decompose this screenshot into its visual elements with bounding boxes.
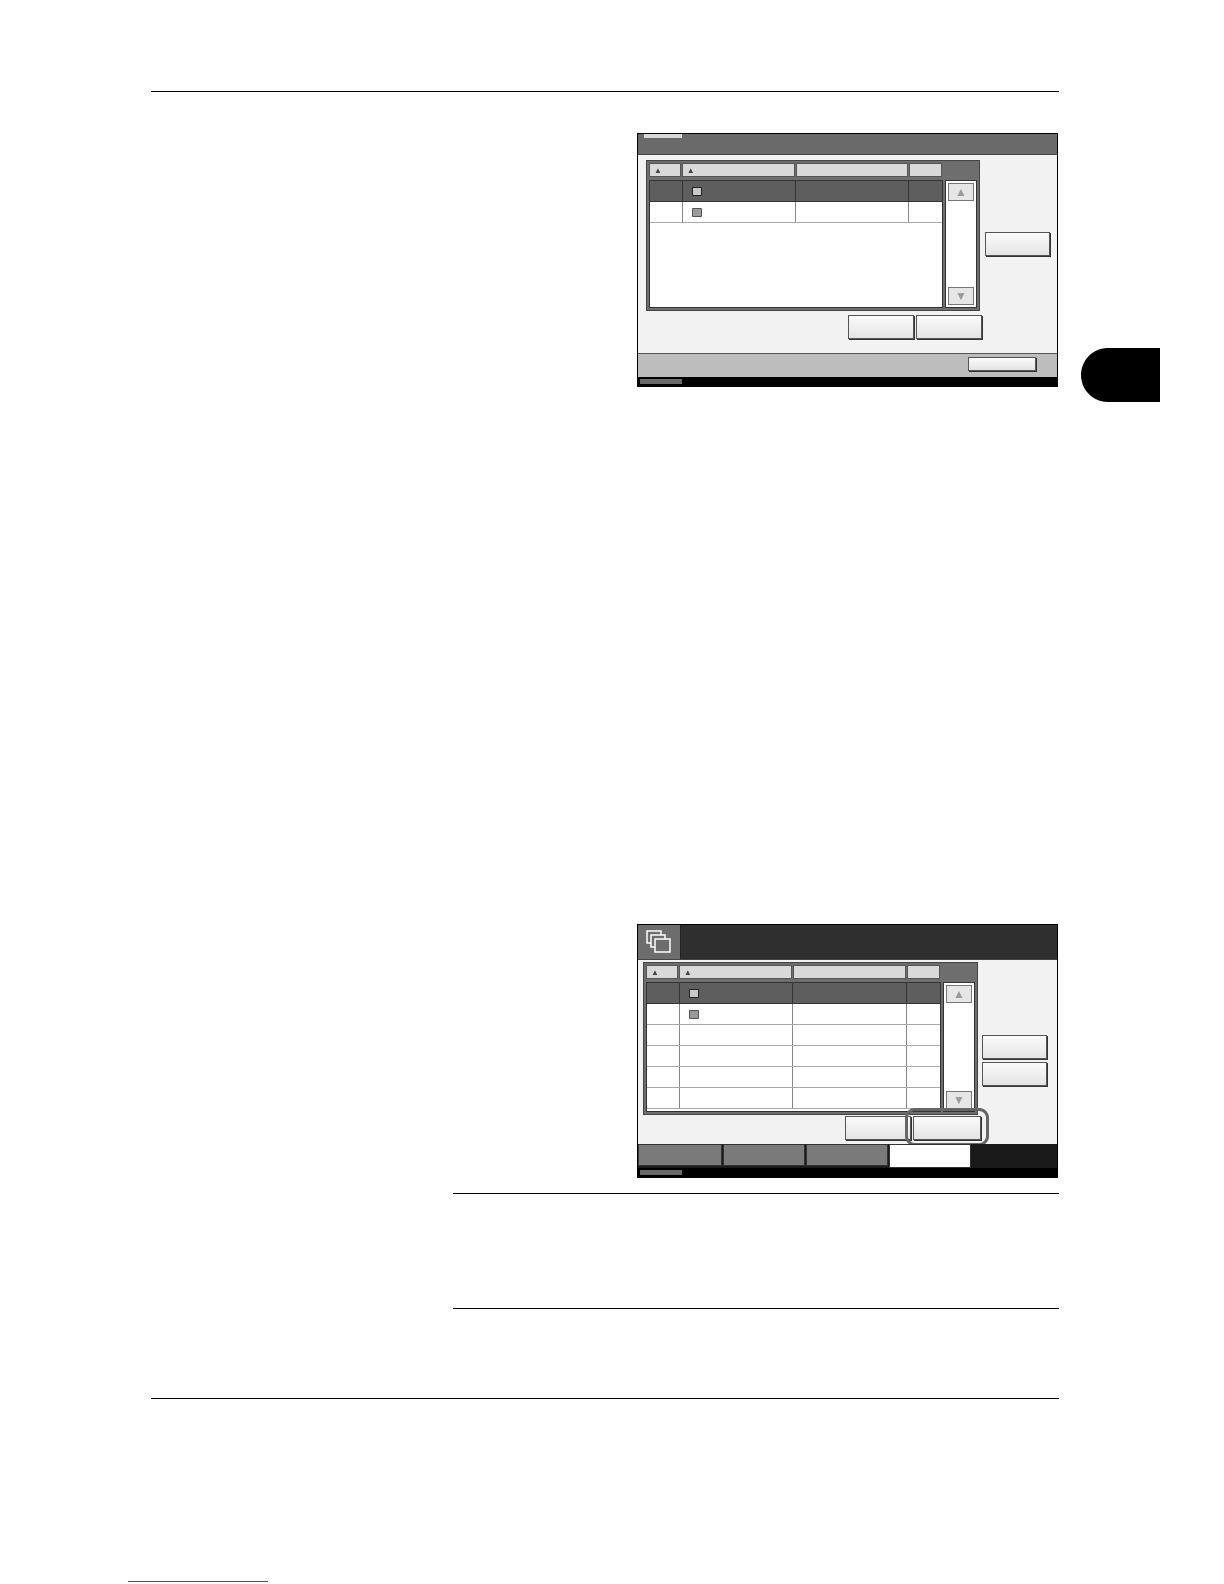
scroll-down-button[interactable]: ▼ bbox=[948, 287, 974, 305]
bottom-right-button[interactable] bbox=[916, 315, 982, 339]
bottom-left-button[interactable] bbox=[845, 1116, 911, 1140]
title-bar bbox=[638, 134, 1057, 155]
folder-icon bbox=[691, 187, 702, 196]
bottom-bar bbox=[638, 353, 1057, 378]
folder-icon bbox=[691, 208, 702, 217]
list-header: ▲ ▲ bbox=[649, 163, 943, 177]
title-tab bbox=[644, 134, 682, 138]
list-item[interactable] bbox=[647, 1025, 940, 1046]
header-rule bbox=[151, 91, 1059, 92]
list-item[interactable] bbox=[647, 983, 940, 1004]
side-button-1[interactable] bbox=[982, 1035, 1047, 1059]
tab-bar bbox=[638, 1144, 1057, 1168]
bottom-left-button[interactable] bbox=[848, 315, 914, 339]
sort-up-icon: ▲ bbox=[683, 968, 692, 977]
column-header-name[interactable]: ▲ bbox=[678, 965, 792, 979]
sort-up-icon: ▲ bbox=[686, 166, 695, 175]
panel-screenshot-1: ▲ ▲ ▲ ▼ bbox=[637, 133, 1058, 387]
tab-1[interactable] bbox=[638, 1144, 722, 1166]
panel-screenshot-2: ▲ ▲ ▲ ▼ bbox=[637, 924, 1058, 1178]
column-header-owner bbox=[792, 965, 907, 979]
tab-4[interactable] bbox=[889, 1144, 971, 1168]
column-header-usage bbox=[907, 965, 940, 979]
scroll-down-button[interactable]: ▼ bbox=[946, 1091, 972, 1109]
list-item[interactable] bbox=[647, 1067, 940, 1088]
list-rows bbox=[646, 982, 941, 1112]
scroll-up-button[interactable]: ▲ bbox=[948, 183, 974, 201]
column-header-usage bbox=[909, 163, 942, 177]
status-label bbox=[640, 1170, 682, 1175]
footer-rule bbox=[151, 1398, 1059, 1399]
status-strip bbox=[638, 1168, 1057, 1177]
document-box-icon bbox=[638, 925, 681, 959]
tab-2[interactable] bbox=[723, 1144, 805, 1166]
folder-icon bbox=[689, 989, 699, 998]
box-list: ▲ ▲ ▲ ▼ bbox=[646, 160, 980, 311]
chapter-tab bbox=[1081, 348, 1160, 402]
status-button[interactable] bbox=[968, 357, 1036, 371]
title-bar bbox=[638, 925, 1057, 960]
footer-link[interactable] bbox=[128, 1581, 268, 1582]
list-header: ▲ ▲ bbox=[646, 965, 941, 979]
column-header-owner bbox=[796, 163, 909, 177]
highlight-ring bbox=[905, 1108, 989, 1146]
list-item[interactable] bbox=[647, 1046, 940, 1067]
side-button[interactable] bbox=[985, 232, 1050, 256]
list-item[interactable] bbox=[647, 1088, 940, 1109]
scrollbar[interactable]: ▲ ▼ bbox=[943, 982, 975, 1112]
note-top-rule bbox=[453, 1193, 1059, 1194]
side-button-2[interactable] bbox=[982, 1062, 1047, 1086]
sort-up-icon: ▲ bbox=[651, 968, 659, 977]
scroll-up-button[interactable]: ▲ bbox=[946, 985, 972, 1003]
column-header-number[interactable]: ▲ bbox=[649, 163, 681, 177]
list-item[interactable] bbox=[647, 1004, 940, 1025]
tab-3[interactable] bbox=[806, 1144, 888, 1166]
list-rows bbox=[649, 180, 943, 308]
status-strip bbox=[638, 377, 1057, 386]
status-label bbox=[640, 379, 682, 384]
scrollbar[interactable]: ▲ ▼ bbox=[945, 180, 977, 308]
note-bottom-rule bbox=[453, 1308, 1059, 1309]
list-item[interactable] bbox=[650, 202, 942, 223]
box-list: ▲ ▲ ▲ ▼ bbox=[643, 962, 978, 1115]
list-item[interactable] bbox=[650, 181, 942, 202]
folder-icon bbox=[689, 1010, 699, 1019]
column-header-number[interactable]: ▲ bbox=[646, 965, 678, 979]
note-text bbox=[453, 1200, 1059, 1300]
sort-up-icon: ▲ bbox=[654, 166, 662, 175]
column-header-name[interactable]: ▲ bbox=[681, 163, 795, 177]
